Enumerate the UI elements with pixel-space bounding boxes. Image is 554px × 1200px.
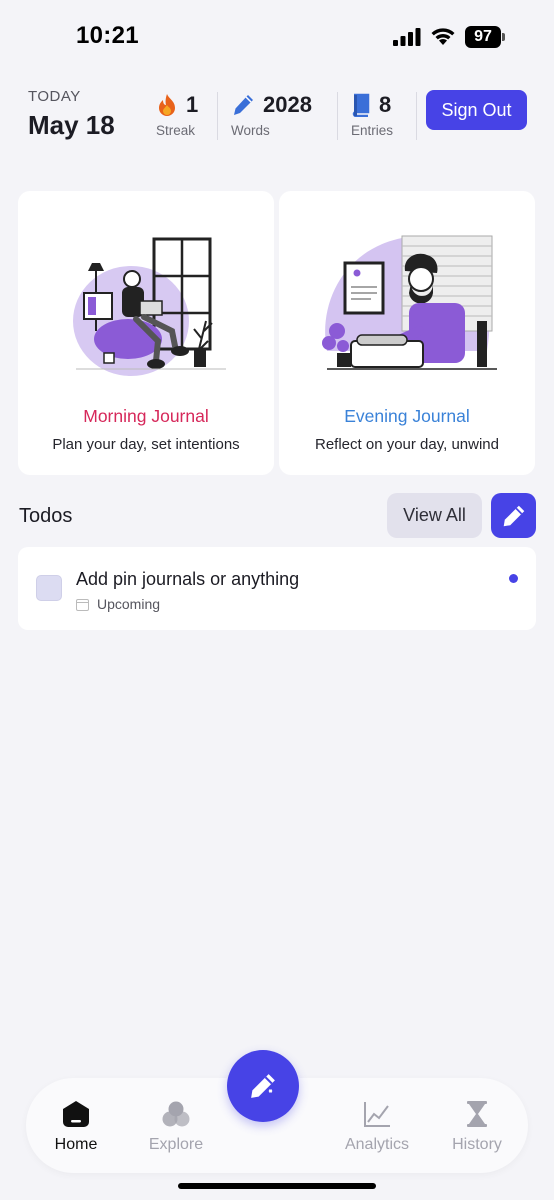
battery-tip — [502, 33, 505, 41]
view-all-button[interactable]: View All — [387, 493, 482, 538]
status-time: 10:21 — [76, 22, 139, 49]
today-label: TODAY — [28, 88, 81, 105]
todo-meta: Upcoming — [76, 596, 160, 612]
nav-home-label: Home — [54, 1136, 98, 1153]
battery-indicator: 97 — [465, 26, 505, 48]
wifi-icon — [431, 28, 455, 45]
todo-text: Add pin journals or anything — [76, 569, 300, 589]
cellular-signal-icon — [393, 28, 421, 46]
todo-status: Upcoming — [97, 596, 161, 612]
words-label: Words — [231, 123, 270, 138]
nav-home[interactable]: Home — [26, 1100, 126, 1154]
todo-item[interactable]: Add pin journals or anything Upcoming — [18, 547, 536, 630]
evening-journal-subtitle: Reflect on your day, unwind — [315, 436, 499, 453]
nav-explore[interactable]: Explore — [126, 1100, 226, 1154]
pen-icon — [234, 95, 253, 115]
todo-indicator-dot — [509, 574, 518, 583]
pen-icon — [251, 1074, 275, 1098]
todo-checkbox[interactable] — [36, 575, 62, 601]
entries-stat: 8 Entries — [351, 90, 393, 140]
explore-icon — [162, 1101, 190, 1127]
todos-heading: Todos — [19, 505, 73, 527]
book-icon — [352, 93, 370, 117]
entries-label: Entries — [351, 123, 394, 138]
morning-illustration — [73, 237, 226, 376]
current-date: May 18 — [28, 110, 115, 140]
evening-journal-card[interactable]: Evening Journal Reflect on your day, unw… — [279, 191, 535, 475]
flame-icon — [159, 94, 175, 116]
hourglass-icon — [467, 1101, 487, 1127]
nav-explore-label: Explore — [148, 1136, 204, 1153]
streak-value: 1 — [186, 92, 199, 117]
morning-journal-title: Morning Journal — [83, 406, 209, 426]
evening-journal-title: Evening Journal — [344, 406, 470, 426]
new-entry-fab[interactable] — [227, 1050, 299, 1122]
home-icon — [63, 1101, 89, 1127]
nav-analytics-label: Analytics — [344, 1136, 410, 1153]
stat-divider — [217, 92, 218, 140]
morning-journal-card[interactable]: Morning Journal Plan your day, set inten… — [18, 191, 274, 475]
stat-divider — [337, 92, 338, 140]
morning-journal-subtitle: Plan your day, set intentions — [52, 436, 240, 453]
nav-history[interactable]: History — [427, 1100, 527, 1154]
calendar-icon — [76, 598, 89, 611]
streak-stat: 1 Streak — [156, 90, 198, 140]
sign-out-button[interactable]: Sign Out — [426, 90, 527, 130]
battery-level: 97 — [465, 26, 501, 48]
words-stat: 2028 Words — [231, 90, 312, 140]
analytics-icon — [364, 1102, 390, 1127]
nav-analytics[interactable]: Analytics — [327, 1100, 427, 1154]
home-indicator — [178, 1183, 376, 1189]
status-bar: 10:21 97 — [0, 0, 554, 76]
evening-illustration — [322, 235, 497, 370]
stat-divider — [416, 92, 417, 140]
pen-icon — [503, 505, 524, 526]
streak-label: Streak — [156, 123, 196, 138]
nav-history-label: History — [452, 1136, 502, 1153]
entries-value: 8 — [379, 92, 392, 117]
new-todo-button[interactable] — [491, 493, 536, 538]
words-value: 2028 — [263, 92, 312, 117]
